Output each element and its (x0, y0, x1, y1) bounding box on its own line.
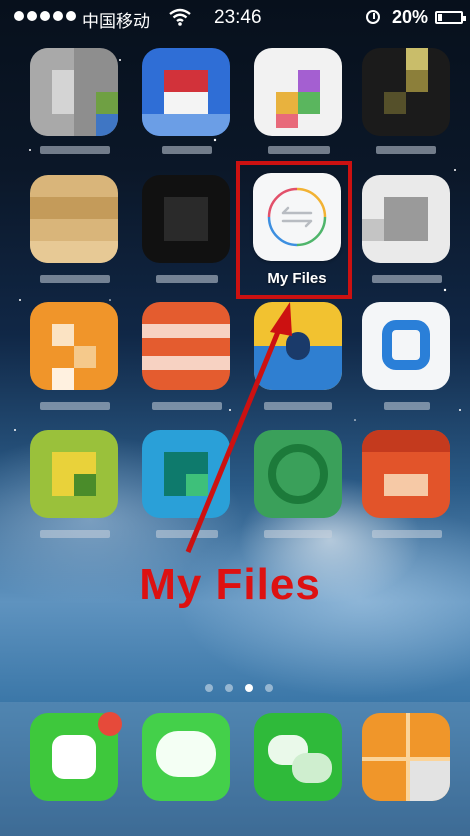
home-screen: 中国移动 23:46 20% My Files My Files (0, 0, 470, 836)
annotation-label: My Files (139, 560, 321, 609)
annotation-arrow-icon (185, 302, 292, 553)
